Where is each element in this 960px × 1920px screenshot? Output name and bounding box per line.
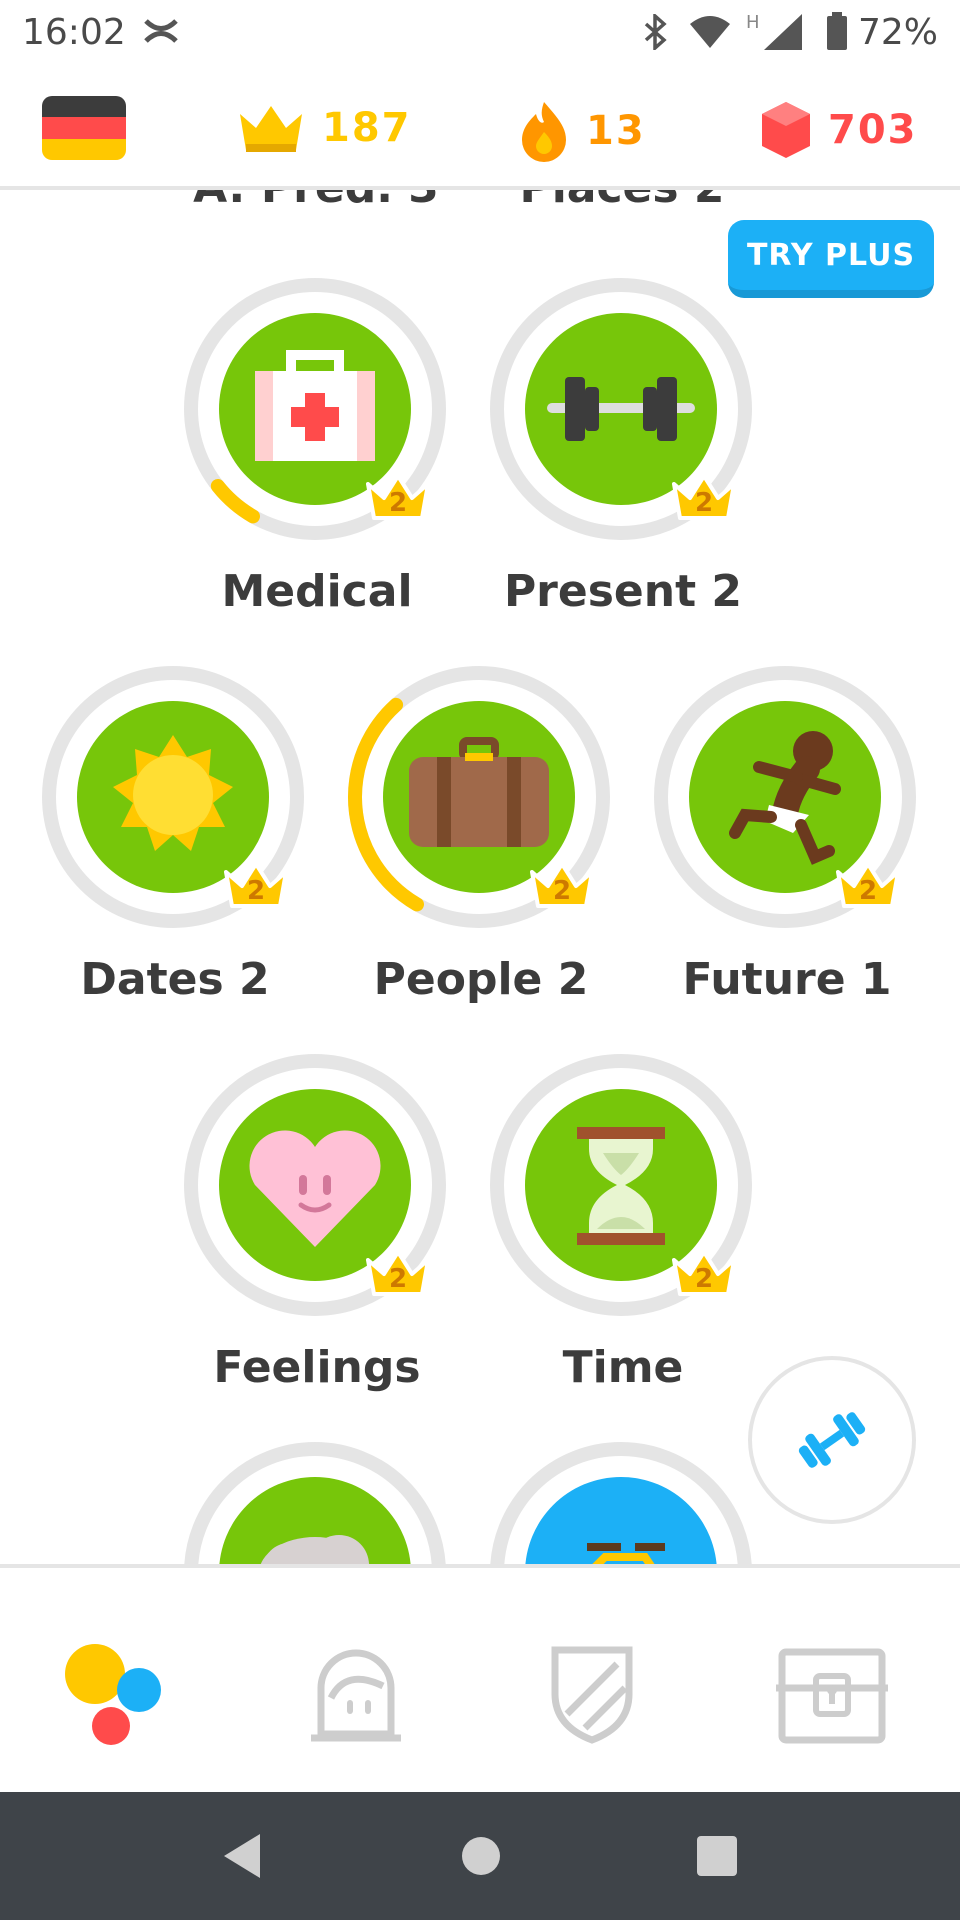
skill-label: Present 2: [503, 566, 743, 617]
wifi-icon: [690, 16, 730, 48]
skill-circle: [219, 1477, 411, 1564]
skill-label: Time: [562, 1342, 684, 1393]
crown-level: 2: [553, 876, 571, 906]
top-stats-bar: 187 13 703: [0, 64, 960, 190]
crown-level-icon: 2: [672, 474, 736, 520]
profile-icon: [311, 1649, 401, 1742]
cloud-icon: [260, 1535, 370, 1564]
crown-level-icon: 2: [366, 1250, 430, 1296]
skill-people-2[interactable]: 2 People 2: [346, 664, 616, 1005]
streak-count: 13: [586, 108, 646, 154]
crown-level-icon: 2: [836, 862, 900, 908]
german-flag-icon[interactable]: [42, 96, 126, 160]
nav-leagues-tab[interactable]: [532, 1638, 652, 1748]
skill-label: People 2: [373, 954, 589, 1005]
crown-icon: [240, 106, 302, 152]
skill-label: Medical: [221, 566, 413, 617]
crown-level: 2: [859, 876, 877, 906]
skill-label: Future 1: [682, 954, 892, 1005]
streak-counter[interactable]: 13: [518, 100, 646, 162]
crown-badge: 2: [220, 854, 292, 918]
gem-icon: [762, 102, 810, 158]
shield-icon: [551, 1646, 633, 1744]
practice-button[interactable]: [748, 1356, 916, 1524]
recents-icon[interactable]: [694, 1828, 740, 1884]
crown-level: 2: [695, 488, 713, 518]
status-bar: 16:02 H 72%: [0, 0, 960, 64]
crown-level: 2: [389, 488, 407, 518]
bottom-navigation: [0, 1564, 960, 1792]
crown-level: 2: [695, 1264, 713, 1294]
crown-level-icon: 2: [366, 474, 430, 520]
crown-level-icon: 2: [530, 862, 594, 908]
gems-counter[interactable]: 703: [760, 100, 918, 160]
back-icon[interactable]: [216, 1828, 266, 1884]
skill-label: Feelings: [213, 1342, 421, 1393]
svg-text:H: H: [746, 12, 760, 33]
crown-badge: 2: [832, 854, 904, 918]
battery-icon: [827, 12, 847, 50]
status-time: 16:02: [22, 12, 126, 53]
fire-icon: [522, 102, 566, 162]
crown-badge: 2: [362, 466, 434, 530]
skill-feelings[interactable]: 2 Feelings: [182, 1052, 452, 1393]
treasure-chest-icon: [776, 1648, 888, 1744]
skill-circle: [525, 1477, 717, 1564]
skill-present-2[interactable]: 2 Present 2: [488, 276, 758, 617]
skill-medical[interactable]: 2 Medical: [182, 276, 452, 617]
skill-label-partial: A: Pred. 3: [166, 190, 466, 213]
skill-partial-travel[interactable]: [488, 1440, 758, 1564]
crowns-count: 187: [322, 105, 412, 151]
skill-time[interactable]: 2 Time: [488, 1052, 758, 1393]
skill-future-1[interactable]: 2 Future 1: [652, 664, 922, 1005]
signal-icon: H: [746, 12, 802, 50]
battery-percent: 72%: [857, 12, 938, 53]
nav-profile-tab[interactable]: [296, 1638, 416, 1748]
crown-badge: 2: [668, 466, 740, 530]
bicycle-icon: [587, 1543, 665, 1564]
crown-badge: 2: [362, 1242, 434, 1306]
crown-level-icon: 2: [224, 862, 288, 908]
bluetooth-icon: [644, 14, 667, 50]
home-icon[interactable]: [458, 1828, 504, 1884]
crown-level: 2: [389, 1264, 407, 1294]
skill-label-partial: Places 2: [472, 190, 772, 213]
crown-level: 2: [247, 876, 265, 906]
crown-badge: 2: [526, 854, 598, 918]
try-plus-button[interactable]: TRY PLUS: [728, 220, 934, 298]
skill-dates-2[interactable]: 2 Dates 2: [40, 664, 310, 1005]
crowns-counter[interactable]: 187: [236, 100, 412, 156]
system-navigation-bar: [0, 1792, 960, 1920]
under-armour-icon: [144, 19, 178, 43]
crown-badge: 2: [668, 1242, 740, 1306]
crown-level-icon: 2: [672, 1250, 736, 1296]
skill-partial-weather[interactable]: [182, 1440, 452, 1564]
gems-count: 703: [828, 107, 918, 153]
nav-learn-tab[interactable]: [50, 1638, 170, 1748]
skill-label: Dates 2: [80, 954, 270, 1005]
learn-icon: [65, 1644, 161, 1745]
dumbbell-icon: [798, 1412, 866, 1468]
nav-shop-tab[interactable]: [772, 1638, 892, 1748]
